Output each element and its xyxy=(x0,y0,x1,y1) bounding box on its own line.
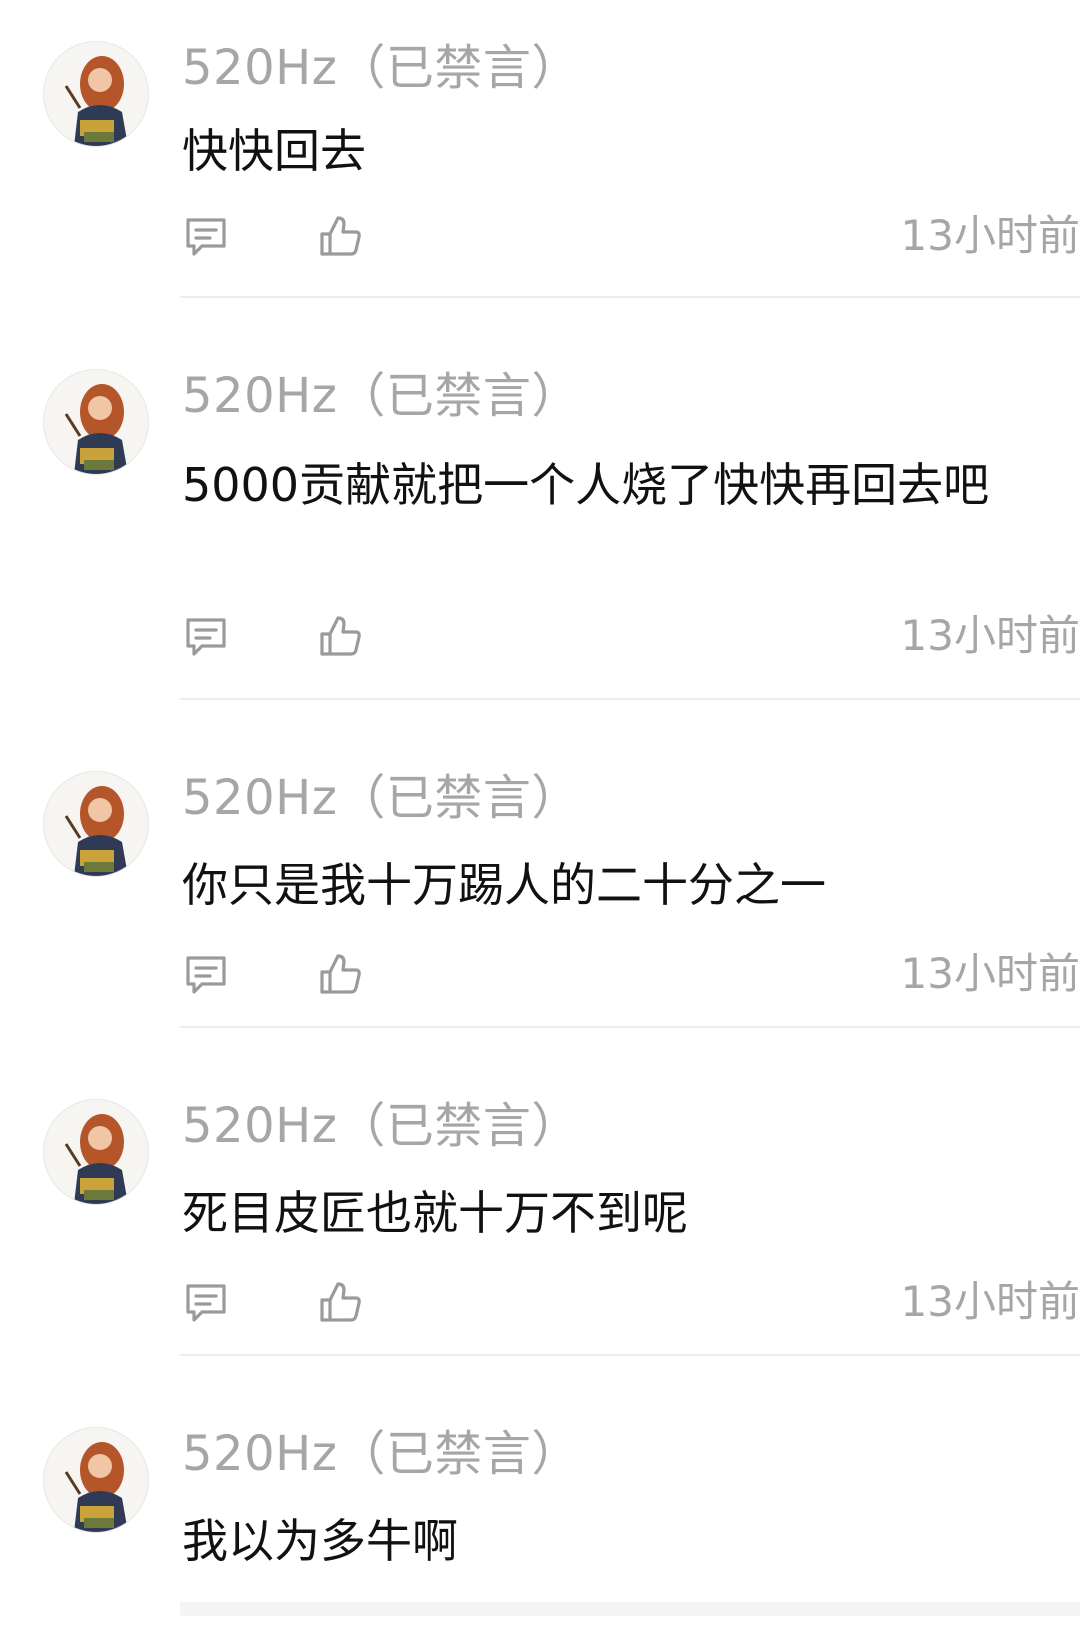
divider xyxy=(180,698,1080,700)
avatar[interactable] xyxy=(44,42,148,146)
comment-actions: 13小时前 xyxy=(182,1277,1080,1330)
comment-icon[interactable] xyxy=(182,1278,230,1326)
divider xyxy=(180,1354,1080,1356)
comment-text: 快快回去 xyxy=(182,124,366,178)
avatar-icon xyxy=(44,1428,148,1532)
avatar[interactable] xyxy=(44,772,148,876)
bottom-divider xyxy=(180,1602,1080,1616)
timestamp: 13小时前 xyxy=(900,611,1080,660)
comment-text: 你只是我十万踢人的二十分之一 xyxy=(182,858,826,912)
comment-icon[interactable] xyxy=(182,950,230,998)
avatar-icon xyxy=(44,370,148,474)
username[interactable]: 520Hz（已禁言） xyxy=(182,40,580,96)
username[interactable]: 520Hz（已禁言） xyxy=(182,1426,580,1482)
comment-text: 死目皮匠也就十万不到呢 xyxy=(182,1186,688,1240)
thumbs-up-icon[interactable] xyxy=(316,1278,364,1326)
comment-text: 5000贡献就把一个人烧了快快再回去吧 xyxy=(182,458,990,512)
divider xyxy=(180,296,1080,298)
timestamp: 13小时前 xyxy=(900,949,1080,998)
avatar[interactable] xyxy=(44,370,148,474)
comment-actions: 13小时前 xyxy=(182,211,1080,264)
comment-icon[interactable] xyxy=(182,212,230,260)
username[interactable]: 520Hz（已禁言） xyxy=(182,770,580,826)
avatar-icon xyxy=(44,1100,148,1204)
avatar[interactable] xyxy=(44,1428,148,1532)
avatar-icon xyxy=(44,42,148,146)
avatar-icon xyxy=(44,772,148,876)
thumbs-up-icon[interactable] xyxy=(316,950,364,998)
comment-icon[interactable] xyxy=(182,612,230,660)
avatar[interactable] xyxy=(44,1100,148,1204)
comment-actions: 13小时前 xyxy=(182,611,1080,664)
thumbs-up-icon[interactable] xyxy=(316,212,364,260)
timestamp: 13小时前 xyxy=(900,211,1080,260)
divider xyxy=(180,1026,1080,1028)
username[interactable]: 520Hz（已禁言） xyxy=(182,368,580,424)
username[interactable]: 520Hz（已禁言） xyxy=(182,1098,580,1154)
thumbs-up-icon[interactable] xyxy=(316,612,364,660)
comment-actions: 13小时前 xyxy=(182,949,1080,1002)
comment-text: 我以为多牛啊 xyxy=(182,1514,458,1568)
timestamp: 13小时前 xyxy=(900,1277,1080,1326)
